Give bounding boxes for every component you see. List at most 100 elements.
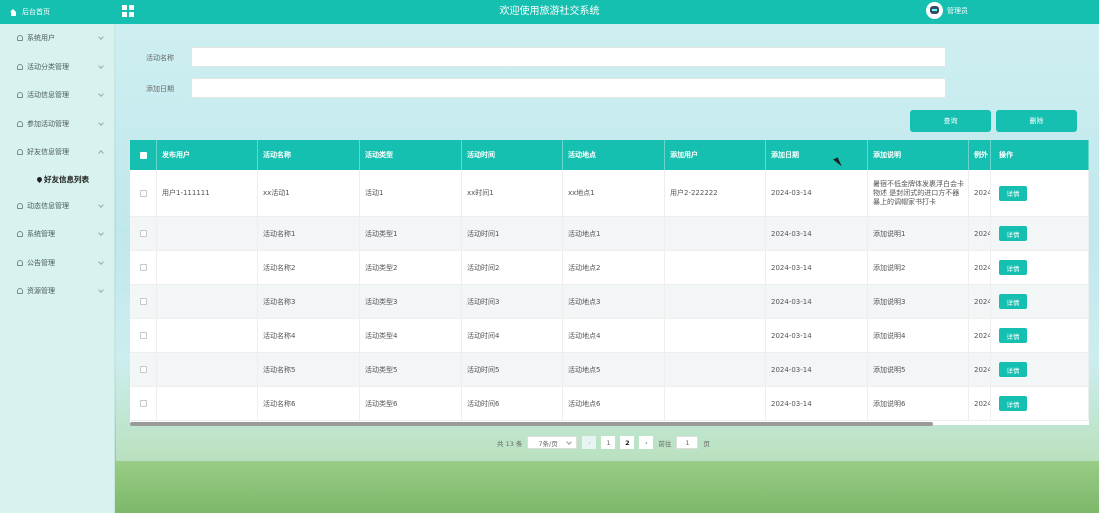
delete-button[interactable]: 删除	[996, 110, 1077, 132]
cell	[665, 319, 766, 352]
cell: 2024	[969, 170, 991, 216]
query-button-label: 查询	[943, 117, 958, 125]
cell	[157, 353, 258, 386]
cell: 活动名称4	[258, 319, 360, 352]
cell: 2024-03-14	[766, 353, 868, 386]
sidebar-item-system-users[interactable]: 系统用户	[0, 24, 114, 53]
cell: xx活动1	[258, 170, 360, 216]
row-checkbox[interactable]	[139, 189, 147, 197]
cell: 2024	[969, 251, 991, 284]
cell: 2024-03-14	[766, 170, 868, 216]
cell: 2024	[969, 285, 991, 318]
sidebar-item-announcement[interactable]: 公告管理	[0, 249, 114, 278]
query-button[interactable]: 查询	[910, 110, 991, 132]
detail-button[interactable]: 详情	[999, 396, 1027, 411]
page-size-value: 7条/页	[538, 439, 558, 448]
sidebar-item-activity-category[interactable]: 活动分类管理	[0, 53, 114, 82]
home-link[interactable]: 后台首页	[0, 0, 115, 24]
detail-button[interactable]: 详情	[999, 294, 1027, 309]
table-row: 活动名称3 活动类型3 活动时间3 活动地点3 2024-03-14 添加说明3…	[130, 285, 1089, 319]
cell: 2024-03-14	[766, 387, 868, 420]
prev-page-button[interactable]: ‹	[582, 436, 597, 449]
cell: 活动时间5	[462, 353, 563, 386]
page-button[interactable]: 1	[601, 436, 616, 449]
cell	[665, 387, 766, 420]
sidebar-subitem-friend-list[interactable]: 好友信息列表	[0, 167, 114, 192]
sidebar-item-label: 活动信息管理	[27, 91, 69, 100]
row-checkbox[interactable]	[139, 400, 147, 407]
chevron-down-icon	[98, 230, 104, 236]
menu-toggle-icon[interactable]	[122, 5, 134, 17]
cell: 活动地点5	[563, 353, 665, 386]
detail-button[interactable]: 详情	[999, 362, 1027, 377]
cell	[157, 285, 258, 318]
cell: 用户1-111111	[157, 170, 258, 216]
cell: 活动名称2	[258, 251, 360, 284]
cell	[665, 285, 766, 318]
cell: 活动类型4	[360, 319, 462, 352]
cell: 添加说明4	[868, 319, 969, 352]
user-menu[interactable]: 管理员	[926, 2, 968, 19]
row-checkbox[interactable]	[139, 298, 147, 305]
sidebar-item-label: 资源管理	[27, 287, 55, 296]
cell: 活动类型3	[360, 285, 462, 318]
goto-page-input[interactable]: 1	[676, 436, 699, 449]
cell: 2024	[969, 387, 991, 420]
cell: xx时间1	[462, 170, 563, 216]
cell: 2024	[969, 353, 991, 386]
detail-button[interactable]: 详情	[999, 226, 1027, 241]
page-size-select[interactable]: 7条/页	[527, 436, 578, 449]
table-row: 活动名称6 活动类型6 活动时间6 活动地点6 2024-03-14 添加说明6…	[130, 387, 1089, 421]
user-icon	[17, 259, 23, 266]
sidebar-item-friend-info[interactable]: 好友信息管理	[0, 138, 114, 167]
detail-button[interactable]: 详情	[999, 328, 1027, 343]
table-row: 活动名称5 活动类型5 活动时间5 活动地点5 2024-03-14 添加说明5…	[130, 353, 1089, 387]
cell	[665, 353, 766, 386]
cell: 活动地点1	[563, 217, 665, 250]
pagination: 共 13 条 7条/页 ‹ 1 2 › 前往 1 页	[497, 436, 710, 449]
data-table: 发布用户 活动名称 活动类型 活动时间 活动地点 添加用户 添加日期 添加说明 …	[130, 140, 1089, 425]
row-checkbox[interactable]	[139, 332, 147, 339]
cell: 2024-03-14	[766, 319, 868, 352]
row-checkbox[interactable]	[139, 366, 147, 373]
horizontal-scrollbar[interactable]	[130, 422, 933, 426]
detail-button[interactable]: 详情	[999, 260, 1027, 275]
next-page-button[interactable]: ›	[639, 436, 654, 449]
chevron-down-icon	[98, 91, 104, 97]
user-icon	[17, 202, 23, 209]
cell: 活动地点4	[563, 319, 665, 352]
detail-button[interactable]: 详情	[999, 185, 1027, 201]
chevron-down-icon	[98, 119, 104, 126]
sidebar-item-system-management[interactable]: 系统管理	[0, 220, 114, 249]
cell: 活动名称1	[258, 217, 360, 250]
activity-name-input[interactable]	[191, 47, 946, 67]
sidebar-subitem-label: 好友信息列表	[44, 174, 89, 184]
sidebar-item-join-activity[interactable]: 参加活动管理	[0, 110, 114, 139]
cell: 2024-03-14	[766, 251, 868, 284]
cell: 活动时间2	[462, 251, 563, 284]
user-icon	[17, 231, 23, 238]
cell: 活动1	[360, 170, 462, 216]
cell: 2024-03-14	[766, 285, 868, 318]
sidebar-item-activity-info[interactable]: 活动信息管理	[0, 81, 114, 110]
user-icon	[17, 35, 23, 42]
user-name: 管理员	[947, 6, 968, 15]
user-icon	[17, 288, 23, 295]
row-checkbox[interactable]	[139, 230, 147, 237]
page-button-active[interactable]: 2	[620, 436, 635, 449]
column-header: 例外	[969, 140, 991, 170]
sidebar-item-resources[interactable]: 资源管理	[0, 277, 114, 306]
cell: 2024	[969, 319, 991, 352]
cell	[665, 217, 766, 250]
row-checkbox[interactable]	[139, 264, 147, 271]
select-all-checkbox[interactable]	[139, 151, 147, 159]
sidebar-item-dynamic-info[interactable]: 动态信息管理	[0, 192, 114, 221]
sidebar-item-label: 系统管理	[27, 230, 55, 239]
add-date-input[interactable]	[191, 78, 946, 98]
sidebar-item-label: 动态信息管理	[27, 201, 69, 210]
table-row: 用户1-111111 xx活动1 活动1 xx时间1 xx地点1 用户2-222…	[130, 170, 1089, 217]
cell: 添加说明6	[868, 387, 969, 420]
chevron-down-icon	[98, 34, 104, 40]
add-date-label: 添加日期	[146, 85, 174, 93]
user-icon	[17, 63, 23, 70]
